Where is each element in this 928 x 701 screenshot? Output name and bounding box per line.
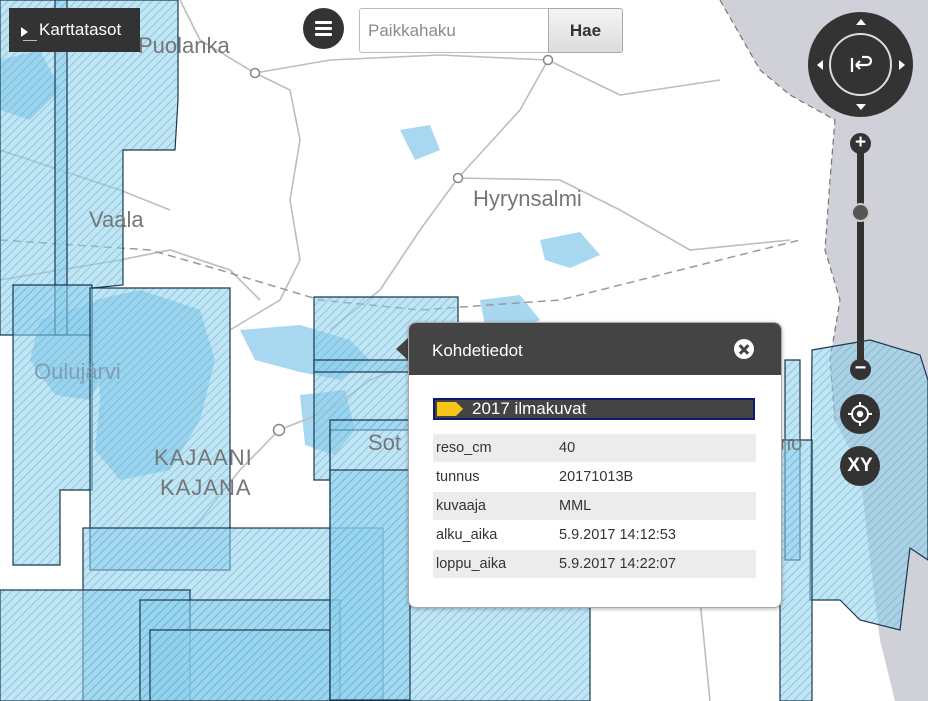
place-label-vaala: Vaala — [89, 207, 144, 232]
place-label-oulujarvi: Oulujärvi — [34, 359, 121, 384]
coverage-area — [313, 359, 415, 373]
attribute-table: reso_cm 40 tunnus 20171013B kuvaaja MML … — [433, 434, 756, 579]
popup-header: Kohdetiedot — [409, 323, 781, 375]
zoom-in-button[interactable]: + — [850, 133, 871, 154]
table-row: alku_aika 5.9.2017 14:12:53 — [433, 520, 756, 550]
place-label-kajana: KAJANA — [160, 475, 252, 500]
place-label-sotkamo: Sot — [368, 430, 402, 455]
attribute-value: 5.9.2017 14:12:53 — [556, 520, 756, 550]
coordinates-button[interactable]: XY — [840, 446, 880, 486]
zoom-out-button[interactable]: − — [850, 358, 871, 380]
hamburger-menu-icon[interactable] — [303, 8, 344, 49]
layers-button-label: Karttatasot — [39, 20, 122, 39]
table-row: tunnus 20171013B — [433, 462, 756, 492]
layer-name: 2017 ilmakuvat — [472, 399, 587, 418]
layer-tag-icon — [437, 402, 463, 416]
pan-right-arrow-icon[interactable] — [899, 60, 905, 70]
coverage-area — [149, 629, 331, 701]
reset-view-button[interactable] — [829, 33, 892, 96]
caret-right-icon — [21, 26, 28, 37]
menu-bar — [315, 27, 332, 30]
close-icon[interactable] — [734, 339, 754, 359]
pan-up-arrow-icon[interactable] — [856, 19, 866, 25]
attribute-key: reso_cm — [433, 434, 556, 463]
crosshair-icon — [848, 402, 872, 426]
attribute-key: alku_aika — [433, 520, 556, 550]
feature-info-popup: Kohdetiedot 2017 ilmakuvat reso_cm 40 tu… — [408, 322, 782, 608]
table-row: reso_cm 40 — [433, 434, 756, 463]
place-label-puolanka: Puolanka — [138, 33, 230, 58]
pan-left-arrow-icon[interactable] — [817, 60, 823, 70]
table-row: loppu_aika 5.9.2017 14:22:07 — [433, 549, 756, 579]
return-arrow-icon — [850, 55, 872, 72]
zoom-slider-track[interactable] — [857, 150, 864, 364]
zoom-slider-handle[interactable] — [851, 203, 870, 222]
underline-decor — [23, 40, 37, 41]
coverage-area — [329, 469, 411, 701]
place-label-kajaani: KAJAANI — [154, 445, 253, 470]
table-row: kuvaaja MML — [433, 491, 756, 521]
pan-down-arrow-icon[interactable] — [856, 104, 866, 110]
place-label-hyrynsalmi: Hyrynsalmi — [473, 186, 582, 211]
attribute-key: kuvaaja — [433, 491, 556, 521]
search-button[interactable]: Hae — [548, 8, 623, 53]
locate-button[interactable] — [840, 394, 880, 434]
search-input[interactable] — [359, 8, 549, 53]
attribute-value: 20171013B — [556, 462, 756, 492]
attribute-key: tunnus — [433, 462, 556, 492]
attribute-value: 40 — [556, 434, 756, 463]
coverage-area — [779, 439, 813, 701]
layer-title-bar: 2017 ilmakuvat — [433, 398, 755, 420]
place-label-partial: no — [780, 433, 803, 455]
menu-bar — [315, 33, 332, 36]
layers-button[interactable]: Karttatasot — [9, 8, 140, 52]
popup-title: Kohdetiedot — [432, 341, 523, 360]
menu-bar — [315, 21, 332, 24]
attribute-key: loppu_aika — [433, 549, 556, 579]
attribute-value: 5.9.2017 14:22:07 — [556, 549, 756, 579]
pan-control — [808, 12, 913, 117]
attribute-value: MML — [556, 491, 756, 521]
